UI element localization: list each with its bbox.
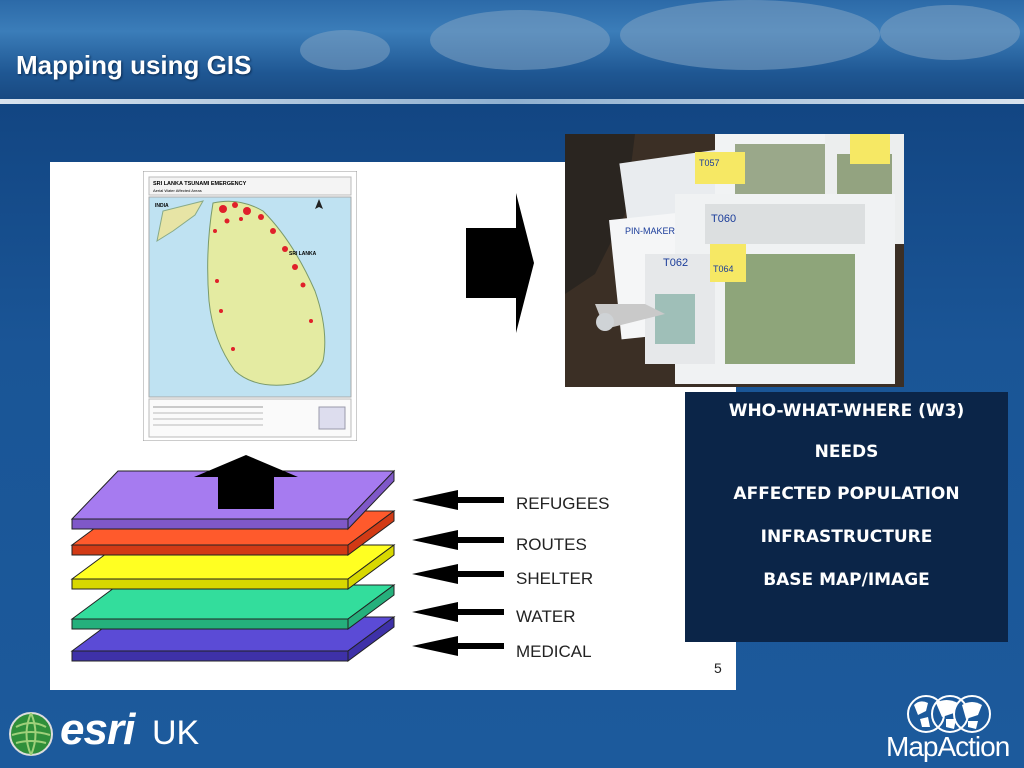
w3-line: BASE MAP/IMAGE — [763, 570, 930, 590]
layer-water — [70, 584, 396, 620]
layer-label-routes: ROUTES — [516, 535, 587, 554]
w3-line: INFRASTRUCTURE — [760, 527, 933, 547]
layer-pointer-arrows — [412, 490, 504, 656]
world-map-landmass — [430, 10, 610, 70]
note-t062: T062 — [663, 257, 688, 269]
esri-globe-icon — [9, 712, 53, 756]
sticky-note — [695, 152, 745, 184]
w3-line: WHO-WHAT-WHERE (W3) — [728, 401, 965, 421]
mapaction-logo-text: MapAction — [886, 731, 1010, 762]
arrow-left-icon — [412, 530, 504, 550]
layer-label-shelter: SHELTER — [516, 569, 594, 588]
note-t064: T064 — [713, 264, 734, 274]
mapaction-globes-icon — [907, 695, 991, 733]
sri-lanka-map-thumbnail: SRI LANKA TSUNAMI EMERGENCY Aerial Water… — [143, 171, 357, 441]
sticky-note — [710, 244, 746, 282]
w3-line: AFFECTED POPULATION — [733, 484, 960, 504]
esri-logo-text: esri — [60, 705, 135, 754]
w3-line: NEEDS — [814, 442, 879, 462]
world-map-landmass — [880, 5, 1020, 60]
map-heading: SRI LANKA TSUNAMI EMERGENCY — [153, 181, 247, 187]
arrow-left-icon — [412, 490, 504, 510]
page-number: 5 — [714, 660, 722, 676]
world-map-landmass — [620, 0, 880, 70]
note-pin-maker: PIN-MAKER — [625, 226, 676, 236]
maps-photo: T057 T060 T062 T064 PIN-MAKER — [565, 134, 904, 387]
india-label: INDIA — [155, 203, 169, 209]
header-banner: Mapping using GIS — [0, 0, 1024, 104]
note-t057: T057 — [699, 158, 720, 168]
map-subheading: Aerial Water Affected Areas — [153, 188, 202, 193]
arrow-left-icon — [412, 564, 504, 584]
arrow-left-icon — [412, 636, 504, 656]
w3-info-box: WHO-WHAT-WHERE (W3) NEEDS AFFECTED POPUL… — [685, 392, 1008, 642]
right-arrow-icon — [466, 193, 534, 333]
layer-label-medical: MEDICAL — [516, 642, 592, 661]
layer-label-water: WATER — [516, 607, 576, 626]
sri-lanka-label: SRI LANKA — [289, 251, 317, 257]
slide-title: Mapping using GIS — [16, 50, 252, 80]
arrow-left-icon — [412, 602, 504, 622]
note-t060: T060 — [711, 213, 736, 225]
uk-logo-text: UK — [152, 714, 200, 752]
world-map-landmass — [300, 30, 390, 70]
gis-layer-stack — [70, 455, 396, 662]
layer-label-refugees: REFUGEES — [516, 494, 610, 513]
sticky-note — [850, 134, 890, 164]
